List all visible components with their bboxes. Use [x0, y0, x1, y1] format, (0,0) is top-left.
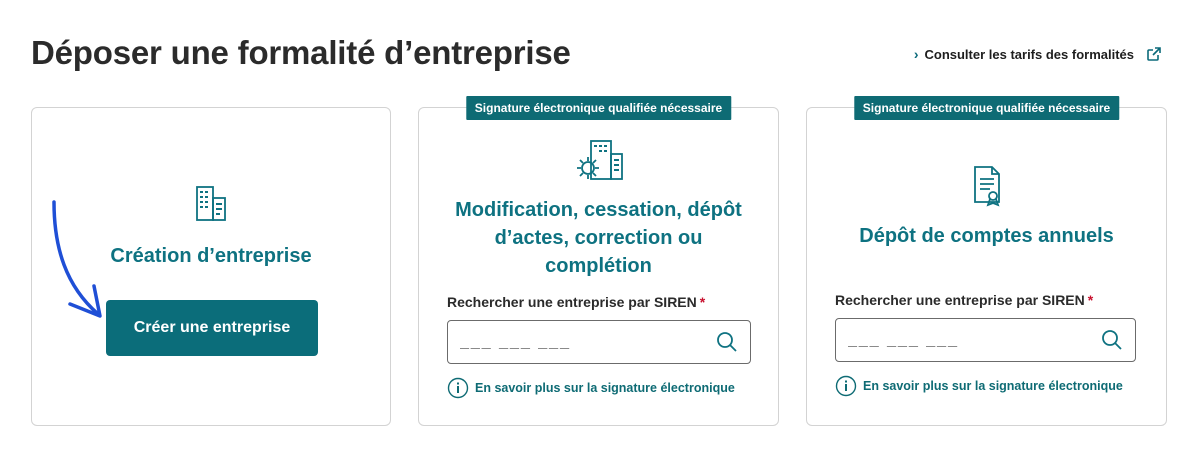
info-icon [447, 377, 469, 399]
signature-info-label: En savoir plus sur la signature électron… [475, 381, 735, 395]
tarifs-link[interactable]: › Consulter les tarifs des formalités [914, 46, 1162, 62]
external-link-icon [1147, 47, 1161, 61]
siren-search-box [447, 320, 751, 364]
required-mark: * [699, 294, 706, 310]
search-icon[interactable] [1101, 329, 1123, 351]
certificate-document-icon [970, 164, 1004, 213]
chevron-right-icon: › [913, 46, 919, 62]
card-title-comptes-annuels: Dépôt de comptes annuels [859, 225, 1114, 247]
page-title: Déposer une formalité d’entreprise [31, 34, 571, 71]
tarifs-link-label: Consulter les tarifs des formalités [924, 46, 1134, 62]
signature-info-label: En savoir plus sur la signature électron… [863, 379, 1123, 393]
siren-search-box [835, 318, 1136, 362]
signature-badge: Signature électronique qualifiée nécessa… [465, 96, 732, 120]
required-mark: * [1087, 292, 1094, 308]
card-modification: Signature électronique qualifiée nécessa… [418, 96, 779, 426]
siren-search-label: Rechercher une entreprise par SIREN * [835, 292, 1094, 308]
card-comptes-annuels: Signature électronique qualifiée nécessa… [806, 96, 1167, 426]
siren-search-label: Rechercher une entreprise par SIREN * [447, 294, 706, 310]
signature-info-link[interactable]: En savoir plus sur la signature électron… [447, 377, 735, 399]
signature-badge: Signature électronique qualifiée nécessa… [853, 96, 1120, 120]
arrow-annotation-icon [52, 200, 102, 318]
signature-info-link[interactable]: En savoir plus sur la signature électron… [835, 375, 1123, 397]
info-icon [835, 375, 857, 397]
siren-search-input[interactable] [848, 331, 1101, 349]
create-company-button[interactable]: Créer une entreprise [106, 300, 318, 356]
buildings-document-icon [194, 184, 228, 229]
buildings-gear-icon [573, 138, 625, 189]
search-icon[interactable] [716, 331, 738, 353]
siren-search-input[interactable] [460, 333, 716, 351]
card-title-modification: Modification, cessation, dépôt d’actes, … [455, 199, 742, 277]
